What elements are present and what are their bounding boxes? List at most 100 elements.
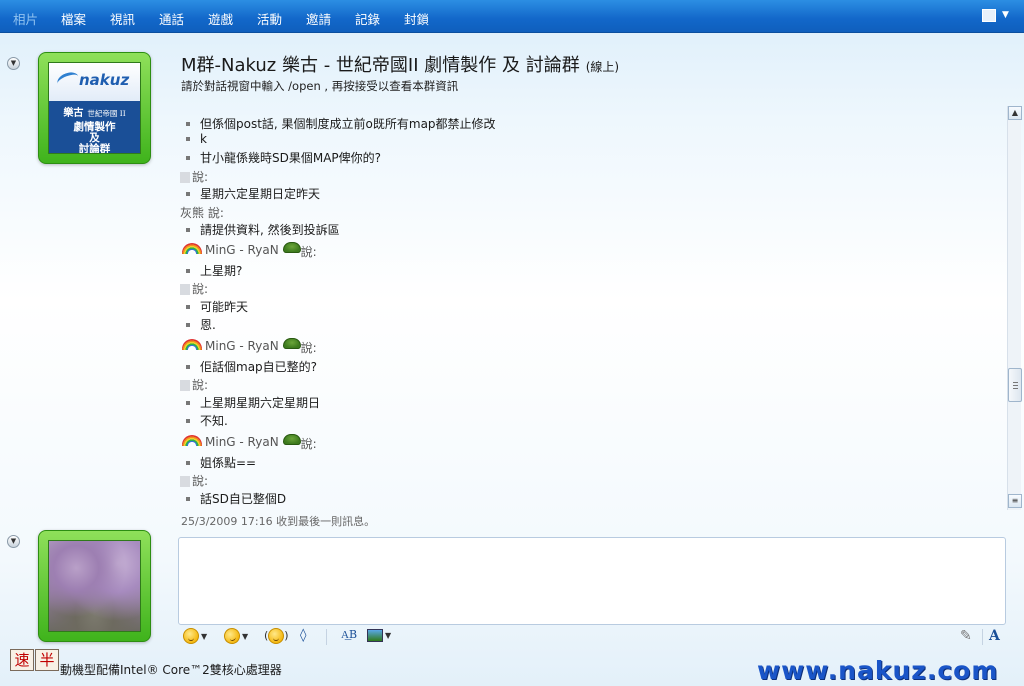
chat-message-text: 甘小龍係幾時SD果個MAP俾你的? <box>200 151 382 165</box>
smiley-icon <box>183 628 199 644</box>
handwriting-button[interactable]: ✎ <box>960 628 972 646</box>
sender-line: 說: <box>180 376 208 393</box>
toolbar-divider <box>982 629 983 645</box>
chat-message-text: 但係個post話, 果個制度成立前o既所有map都禁止修改 <box>200 117 496 131</box>
sender-line: 說: <box>180 472 208 489</box>
menu-activities[interactable]: 活動 <box>257 9 282 28</box>
nudge-icon <box>268 628 285 644</box>
bullet-icon <box>186 136 190 141</box>
bullet-icon <box>186 460 190 465</box>
sender-text: 說: <box>192 474 209 488</box>
group-logo: nakuz 樂古 世紀帝國 II 劇情製作 及 討論群 <box>48 62 141 154</box>
collapse-contact-tile-button[interactable]: ▼ <box>7 57 20 70</box>
menu-call[interactable]: 通話 <box>159 9 184 28</box>
turtle-icon <box>282 242 301 253</box>
chat-message-text: 可能昨天 <box>200 300 249 314</box>
sender-nickname: MinG - RyaN <box>205 339 279 353</box>
rainbow-icon <box>182 435 202 446</box>
group-avatar[interactable]: nakuz 樂古 世紀帝國 II 劇情製作 及 討論群 <box>38 52 151 164</box>
scroll-down-button[interactable]: ≡ <box>1008 494 1022 508</box>
sender-line: MinG - RyaN 說: <box>182 337 317 355</box>
menu-block[interactable]: 封鎖 <box>404 9 429 28</box>
menu-video[interactable]: 視訊 <box>110 9 135 28</box>
ime-halfwidth-button[interactable]: 半 <box>35 649 59 671</box>
hidden-name <box>180 172 190 183</box>
menu-history[interactable]: 記錄 <box>355 9 380 28</box>
logo-band: 樂古 世紀帝國 II <box>49 101 140 121</box>
chat-message: 星期六定星期日定昨天 <box>186 185 320 202</box>
scroll-thumb[interactable] <box>1008 368 1022 402</box>
speech-bubble-icon: ◊ <box>300 628 307 643</box>
chevron-down-icon: ▼ <box>242 631 249 641</box>
nudge-button[interactable]: () <box>264 628 289 646</box>
background-button[interactable]: ▼ <box>367 628 391 646</box>
chevron-down-icon: ▼ <box>1002 10 1009 20</box>
chat-message: 恩. <box>186 316 216 333</box>
spell-check-button[interactable]: A͟B <box>341 628 357 646</box>
sender-line: MinG - RyaN 說: <box>182 433 317 451</box>
bullet-icon <box>186 191 190 196</box>
ime-speed-button[interactable]: 速 <box>10 649 34 671</box>
own-avatar[interactable] <box>38 530 151 642</box>
composer-toolbar: ▼ ▼ () ◊ A͟B ▼ ✎ A <box>178 625 1006 650</box>
menu-invite[interactable]: 邀請 <box>306 9 331 28</box>
sender-nickname: MinG - RyaN <box>205 243 279 257</box>
chat-message: 話SD自已整個D <box>186 490 286 507</box>
chat-message-text: 不知. <box>200 414 228 428</box>
chat-message: 上星期? <box>186 262 242 279</box>
menu-games[interactable]: 遊戲 <box>208 9 233 28</box>
bullet-icon <box>186 322 190 327</box>
collapse-own-tile-button[interactable]: ▼ <box>7 535 20 548</box>
chat-message: 上星期星期六定星期日 <box>186 394 320 411</box>
last-received-notice: 25/3/2009 17:16 收到最後一則訊息。 <box>181 515 376 528</box>
voice-clip-button[interactable]: ◊ <box>300 628 306 646</box>
scroll-up-button[interactable]: ▲ <box>1008 106 1022 120</box>
emoticon-button[interactable]: ▼ <box>183 628 207 646</box>
chat-message: 可能昨天 <box>186 298 248 315</box>
bullet-icon <box>186 121 190 126</box>
chat-scrollbar[interactable]: ▲ ≡ <box>1007 106 1022 510</box>
bullet-icon <box>186 400 190 405</box>
chat-history[interactable]: 但係個post話, 果個制度成立前o既所有map都禁止修改 k 甘小龍係幾時SD果個… <box>173 106 1007 510</box>
hidden-name <box>180 476 190 487</box>
bullet-icon <box>186 268 190 273</box>
spell-check-icon: A͟B <box>341 628 358 641</box>
logo-swoosh-icon <box>55 69 81 91</box>
group-subtitle: 請於對話視窗中輸入 /open , 再按接受以查看本群資訊 <box>181 79 459 93</box>
chat-message-text: k <box>200 132 207 146</box>
said-text: 說: <box>300 437 317 451</box>
turtle-icon <box>282 338 301 349</box>
ad-status-text[interactable]: 動機型配備Intel® Core™2雙核心處理器 <box>60 661 282 678</box>
bullet-icon <box>186 496 190 501</box>
bullet-icon <box>186 418 190 423</box>
display-options-button[interactable]: ▼ <box>982 8 1012 26</box>
chevron-down-icon: ▼ <box>201 631 208 641</box>
bullet-icon <box>186 155 190 160</box>
avatar-photo <box>48 540 141 632</box>
sender-line: 說: <box>180 280 208 297</box>
chat-message: 姐係點== <box>186 454 256 471</box>
wink-button[interactable]: ▼ <box>222 626 249 646</box>
menu-photos[interactable]: 相片 <box>13 9 38 28</box>
image-icon <box>367 628 383 642</box>
message-input[interactable] <box>178 537 1006 625</box>
rainbow-icon <box>182 339 202 350</box>
hidden-name <box>180 380 190 391</box>
sender-text: 灰熊 說: <box>180 206 224 220</box>
chat-message-text: 佢話個map自已整的? <box>200 360 318 374</box>
hidden-name <box>180 284 190 295</box>
sender-text: 說: <box>192 282 209 296</box>
chat-message-text: 恩. <box>200 318 216 332</box>
bullet-icon <box>186 364 190 369</box>
chat-message-text: 上星期? <box>200 264 243 278</box>
nudge-paren-close-icon: ) <box>284 629 289 642</box>
font-button[interactable]: A <box>989 628 1000 646</box>
toolbar-divider <box>326 629 327 645</box>
group-name: M群-Nakuz 樂古 - 世紀帝國II 劇情製作 及 討論群 <box>181 55 580 76</box>
chat-message-text: 話SD自已整個D <box>200 492 287 506</box>
sender-nickname: MinG - RyaN <box>205 435 279 449</box>
chat-message: 甘小龍係幾時SD果個MAP俾你的? <box>186 149 381 166</box>
said-text: 說: <box>300 341 317 355</box>
menu-files[interactable]: 檔案 <box>61 9 86 28</box>
logo-band-title: 樂古 <box>63 108 84 119</box>
